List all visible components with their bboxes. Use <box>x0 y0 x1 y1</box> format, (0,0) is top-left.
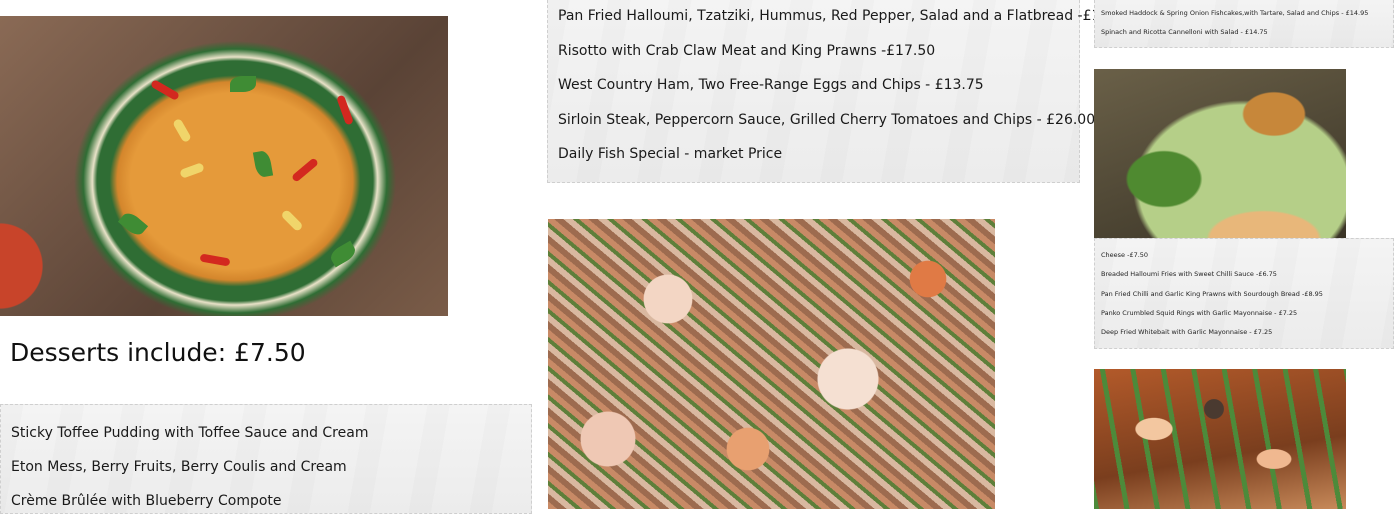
mains-menu-box: Pan Fried Halloumi, Tzatziki, Hummus, Re… <box>547 0 1132 183</box>
mains-item: West Country Ham, Two Free-Range Eggs an… <box>558 77 984 93</box>
chilli-garnish <box>199 253 231 267</box>
salmon-quinoa-salad-photo <box>548 219 995 509</box>
basil-leaf <box>117 209 149 239</box>
menu-item: Spinach and Ricotta Cannelloni with Sala… <box>1101 28 1268 36</box>
baby-corn <box>280 208 304 233</box>
chilli-garnish <box>336 94 354 126</box>
basil-leaf <box>230 76 256 92</box>
side-item: Pan Fried Chilli and Garlic King Prawns … <box>1101 290 1323 298</box>
desserts-menu-box: Sticky Toffee Pudding with Toffee Sauce … <box>0 404 532 514</box>
mains-item: Pan Fried Halloumi, Tzatziki, Hummus, Re… <box>558 8 1132 24</box>
desserts-heading: Desserts include: £7.50 <box>10 338 306 367</box>
mains-item: Sirloin Steak, Peppercorn Sauce, Grilled… <box>558 112 1096 128</box>
basil-leaf <box>252 149 274 179</box>
basil-leaf <box>327 240 359 268</box>
dessert-item: Eton Mess, Berry Fruits, Berry Coulis an… <box>11 459 347 475</box>
side-item: Panko Crumbled Squid Rings with Garlic M… <box>1101 309 1298 317</box>
chicken-salad-photo <box>1094 69 1346 238</box>
mains-item: Risotto with Crab Claw Meat and King Pra… <box>558 43 936 59</box>
baby-corn <box>172 117 192 144</box>
curry-dish-photo <box>0 16 448 316</box>
right-menu-box: Smoked Haddock & Spring Onion Fishcakes,… <box>1094 0 1394 48</box>
seafood-dish-photo <box>1094 369 1346 509</box>
sides-menu-box: Cheese -£7.50 Breaded Halloumi Fries wit… <box>1094 238 1394 349</box>
side-item: Breaded Halloumi Fries with Sweet Chilli… <box>1101 270 1277 278</box>
baby-corn <box>179 162 205 179</box>
menu-item: Smoked Haddock & Spring Onion Fishcakes,… <box>1101 9 1369 17</box>
mains-item: Daily Fish Special - market Price <box>558 146 783 162</box>
dessert-item: Sticky Toffee Pudding with Toffee Sauce … <box>11 425 369 441</box>
dessert-item: Crème Brûlée with Blueberry Compote <box>11 493 282 509</box>
chilli-garnish <box>150 79 180 101</box>
chilli-garnish <box>290 157 320 183</box>
side-item: Cheese -£7.50 <box>1101 251 1149 259</box>
side-item: Deep Fried Whitebait with Garlic Mayonna… <box>1101 328 1273 336</box>
